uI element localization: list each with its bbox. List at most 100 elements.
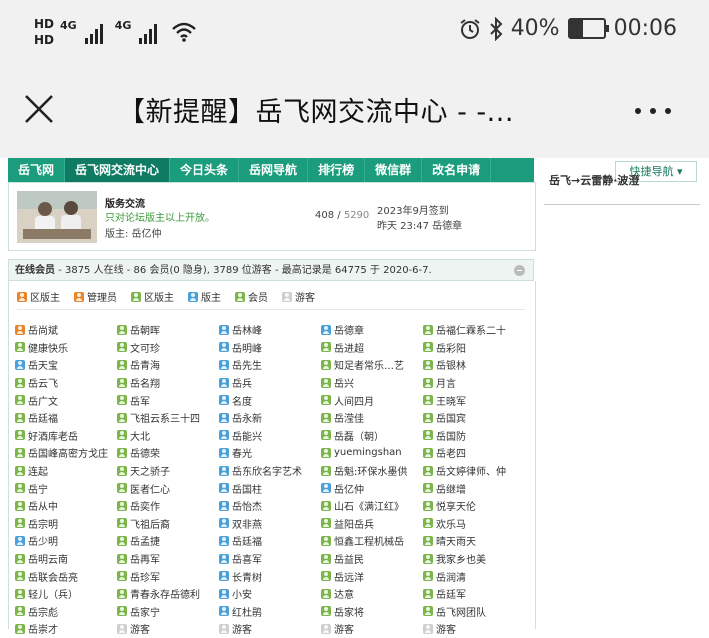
online-user[interactable]: 岳廷军 [423, 585, 525, 603]
user-name[interactable]: 岳家将 [334, 604, 364, 619]
online-user[interactable]: 岳国柱 [219, 479, 321, 497]
online-user[interactable]: 岳能兴 [219, 427, 321, 445]
online-user[interactable]: 岳少明 [15, 532, 117, 550]
user-name[interactable]: 岳联会岳亮 [28, 569, 78, 584]
online-user[interactable]: 晴天雨天 [423, 532, 525, 550]
online-user[interactable]: 医者仁心 [117, 479, 219, 497]
user-name[interactable]: 岳国峰高密方戈庄 [28, 445, 108, 460]
online-user[interactable]: 长青树 [219, 567, 321, 585]
user-name[interactable]: 连起 [28, 463, 48, 478]
online-user[interactable]: 飞祖后裔 [117, 515, 219, 533]
user-name[interactable]: 小安 [232, 586, 252, 601]
user-name[interactable]: 岳益民 [334, 551, 364, 566]
user-name[interactable]: 欢乐马 [436, 516, 466, 531]
user-name[interactable]: 岳进超 [334, 340, 364, 355]
nav-item[interactable]: 岳飞网 [8, 158, 66, 182]
online-user[interactable]: 悦享天伦 [423, 497, 525, 515]
forum-name[interactable]: 版务交流 [105, 195, 145, 210]
online-user[interactable]: 恒鑫工程机械岳 [321, 532, 423, 550]
online-user[interactable]: 岳孟捷 [117, 532, 219, 550]
user-name[interactable]: 岳廷福 [28, 410, 58, 425]
online-user[interactable]: 连起 [15, 462, 117, 480]
user-name[interactable]: 岳德章 [334, 322, 364, 337]
online-user[interactable]: 岳名翔 [117, 374, 219, 392]
online-user[interactable]: 天之骄子 [117, 462, 219, 480]
online-user[interactable]: 飞祖云系三十四 [117, 409, 219, 427]
online-user[interactable]: 岳东欣名字艺术 [219, 462, 321, 480]
nav-item[interactable]: 岳网导航 [239, 158, 309, 182]
online-user[interactable]: 岳林峰 [219, 321, 321, 339]
online-user[interactable]: 岳喜军 [219, 550, 321, 568]
online-user[interactable]: 岳明峰 [219, 339, 321, 357]
user-name[interactable]: 岳魁:环保水墨供 [334, 463, 407, 478]
online-user[interactable]: 岳青海 [117, 356, 219, 374]
forum-moderator[interactable]: 版主: 岳亿仲 [105, 225, 162, 240]
user-name[interactable]: 岳能兴 [232, 428, 262, 443]
user-name[interactable]: 文可珍 [130, 340, 160, 355]
user-name[interactable]: 岳少明 [28, 533, 58, 548]
online-user[interactable]: 知足者常乐…艺 [321, 356, 423, 374]
user-name[interactable]: 岳宁 [28, 481, 48, 496]
user-name[interactable]: 晴天雨天 [436, 533, 476, 548]
user-name[interactable]: 岳彩阳 [436, 340, 466, 355]
user-name[interactable]: 医者仁心 [130, 481, 170, 496]
user-name[interactable]: 悦享天伦 [436, 498, 476, 513]
user-name[interactable]: 岳尚斌 [28, 322, 58, 337]
user-name[interactable]: 月言 [436, 375, 456, 390]
user-name[interactable]: 春光 [232, 445, 252, 460]
user-name[interactable]: 岳国柱 [232, 481, 262, 496]
online-user[interactable]: 岳廷福 [219, 532, 321, 550]
online-user[interactable]: 岳宁 [15, 479, 117, 497]
user-name[interactable]: 岳明云南 [28, 551, 68, 566]
online-user[interactable]: 岳尚斌 [15, 321, 117, 339]
online-user[interactable]: 岳兴 [321, 374, 423, 392]
user-name[interactable]: 岳廷福 [232, 533, 262, 548]
online-user[interactable]: 岳福仁霖系二十 [423, 321, 525, 339]
user-name[interactable]: 岳飞网团队 [436, 604, 486, 619]
last-post-title[interactable]: 2023年9月签到 [377, 202, 449, 217]
user-name[interactable]: 岳珍军 [130, 569, 160, 584]
online-user[interactable]: 岳益民 [321, 550, 423, 568]
online-user[interactable]: 岳磊（朝） [321, 427, 423, 445]
user-name[interactable]: 飞祖后裔 [130, 516, 170, 531]
user-name[interactable]: 岳银林 [436, 357, 466, 372]
user-name[interactable]: 益阳岳兵 [334, 516, 374, 531]
online-user[interactable]: 岳老四 [423, 444, 525, 462]
nav-item[interactable]: 今日头条 [170, 158, 240, 182]
user-name[interactable]: yuemingshan [334, 447, 402, 458]
online-user[interactable]: 名度 [219, 391, 321, 409]
online-user[interactable]: 岳宗彪 [15, 603, 117, 621]
online-user[interactable]: 人间四月 [321, 391, 423, 409]
online-user[interactable]: 岳兵 [219, 374, 321, 392]
user-name[interactable]: 我家乡也美 [436, 551, 486, 566]
user-name[interactable]: 岳云飞 [28, 375, 58, 390]
nav-item[interactable]: 岳飞网交流中心 [65, 158, 171, 182]
user-name[interactable]: 红杜鹃 [232, 604, 262, 619]
online-user[interactable]: 大北 [117, 427, 219, 445]
online-user[interactable]: 文可珍 [117, 339, 219, 357]
online-user[interactable]: yuemingshan [321, 444, 423, 462]
user-name[interactable]: 岳德荣 [130, 445, 160, 460]
close-icon[interactable] [22, 92, 56, 126]
online-user[interactable]: 益阳岳兵 [321, 515, 423, 533]
user-name[interactable]: 飞祖云系三十四 [130, 410, 200, 425]
user-name[interactable]: 天之骄子 [130, 463, 170, 478]
user-name[interactable]: 名度 [232, 393, 252, 408]
user-name[interactable]: 岳远洋 [334, 569, 364, 584]
online-user[interactable]: 岳联会岳亮 [15, 567, 117, 585]
user-name[interactable]: 岳军 [130, 393, 150, 408]
online-user[interactable]: 岳天宝 [15, 356, 117, 374]
user-name[interactable]: 岳兵 [232, 375, 252, 390]
user-name[interactable]: 岳润清 [436, 569, 466, 584]
online-user[interactable]: 我家乡也美 [423, 550, 525, 568]
user-name[interactable]: 岳明峰 [232, 340, 262, 355]
user-name[interactable]: 岳奕作 [130, 498, 160, 513]
online-user[interactable]: 岳廷福 [15, 409, 117, 427]
online-user[interactable]: 岳德章 [321, 321, 423, 339]
user-name[interactable]: 王晓军 [436, 393, 466, 408]
user-name[interactable]: 轻儿（兵） [28, 586, 78, 601]
online-user[interactable]: 岳滢佳 [321, 409, 423, 427]
online-user[interactable]: 岳从中 [15, 497, 117, 515]
user-name[interactable]: 岳先生 [232, 357, 262, 372]
online-user[interactable]: 轻儿（兵） [15, 585, 117, 603]
